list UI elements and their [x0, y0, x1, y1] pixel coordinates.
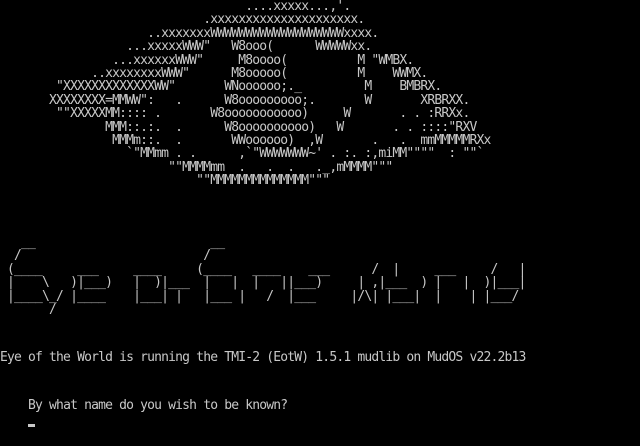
title-ascii-art: __ __ / / (____ ___ ____ (____ ____ ___ …	[7, 235, 526, 318]
text-cursor	[28, 424, 36, 427]
login-prompt[interactable]: By what name do you wish to be known?	[0, 382, 288, 446]
terminal-window[interactable]: ....xxxxx...,'. .xxxxxxxxxxxxxxxxxxxxx. …	[0, 0, 640, 427]
eye-ascii-art: ....xxxxx...,'. .xxxxxxxxxxxxxxxxxxxxx. …	[49, 0, 491, 189]
login-prompt-text: By what name do you wish to be known?	[28, 398, 288, 413]
mudlib-status-line: Eye of the World is running the TMI-2 (E…	[0, 350, 526, 365]
